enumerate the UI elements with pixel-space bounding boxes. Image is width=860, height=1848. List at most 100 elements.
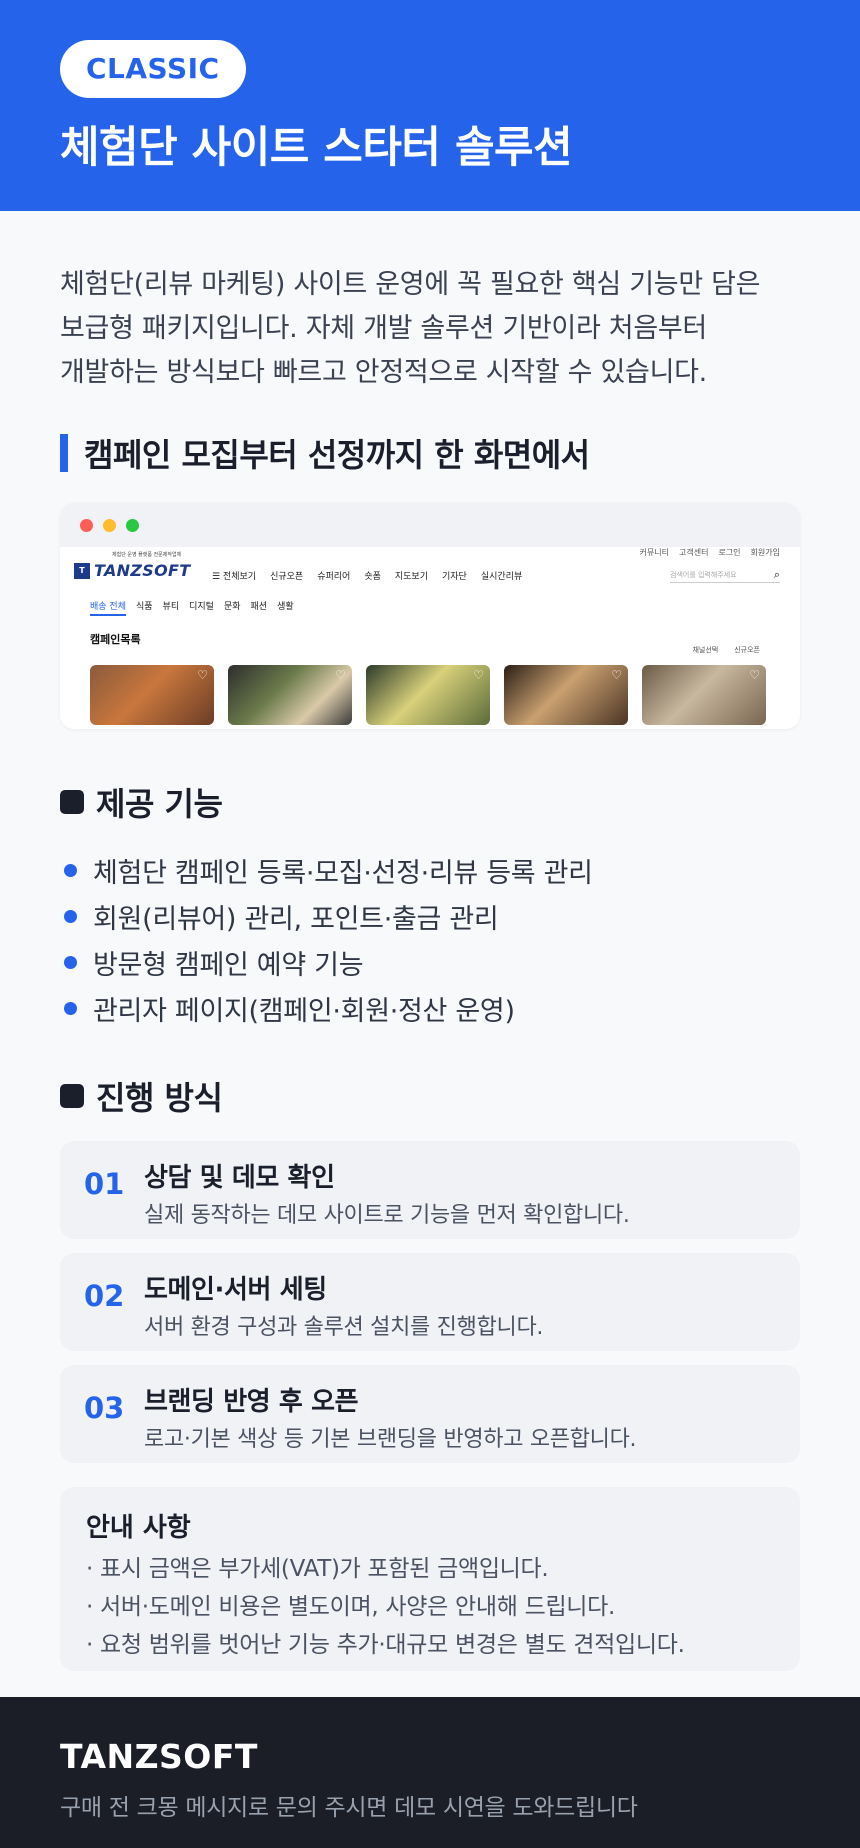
features-title: 제공 기능 — [96, 785, 223, 823]
top-link: 로그인 — [718, 548, 741, 557]
bullet-icon — [64, 955, 77, 969]
process-steps: 01 상담 및 데모 확인 실제 동작하는 데모 사이트로 기능을 먼저 확인합… — [60, 1141, 800, 1463]
campaign-thumbnail: ♡ — [642, 665, 766, 725]
feature-item: 체험단 캠페인 등록·모집·선정·리뷰 등록 관리 — [60, 847, 800, 893]
notice-box: 안내 사항 · 표시 금액은 부가세(VAT)가 포함된 금액입니다. · 서버… — [60, 1487, 800, 1671]
browser-titlebar — [60, 503, 800, 547]
heart-icon: ♡ — [197, 668, 208, 682]
logo-tagline: 체험단 운영 플랫폼 전문제작업체 — [112, 552, 182, 558]
preview-title: 캠페인 모집부터 선정까지 한 화면에서 — [84, 436, 590, 474]
step-description: 실제 동작하는 데모 사이트로 기능을 먼저 확인합니다. — [144, 1203, 630, 1228]
list-filters: 채널선택 신규오픈 — [692, 645, 760, 655]
intro-line: 개발하는 방식보다 빠르고 안정적으로 시작할 수 있습니다. — [60, 357, 707, 388]
feature-text: 방문형 캠페인 예약 기능 — [93, 949, 364, 981]
process-title: 진행 방식 — [96, 1079, 223, 1117]
process-step: 01 상담 및 데모 확인 실제 동작하는 데모 사이트로 기능을 먼저 확인합… — [60, 1141, 800, 1239]
footer: TANZSOFT 구매 전 크몽 메시지로 문의 주시면 데모 시연을 도와드립… — [0, 1697, 860, 1848]
top-link: 고객센터 — [679, 548, 709, 557]
heart-icon: ♡ — [749, 668, 760, 682]
intro-line: 체험단(리뷰 마케팅) 사이트 운영에 꼭 필요한 핵심 기능만 담은 — [60, 269, 761, 300]
feature-text: 회원(리뷰어) 관리, 포인트·출금 관리 — [93, 903, 499, 935]
search-icon: ⌕ — [773, 567, 780, 581]
top-link: 커뮤니티 — [639, 548, 669, 557]
campaign-thumbnail: ♡ — [504, 665, 628, 725]
feature-item: 방문형 캠페인 예약 기능 — [60, 939, 800, 985]
feature-text: 체험단 캠페인 등록·모집·선정·리뷰 등록 관리 — [93, 857, 593, 889]
nav-item: 기자단 — [442, 572, 467, 582]
preview-section-title: 캠페인 모집부터 선정까지 한 화면에서 — [60, 433, 800, 474]
intro-text: 체험단(리뷰 마케팅) 사이트 운영에 꼭 필요한 핵심 기능만 담은 보급형 … — [60, 263, 800, 395]
heart-icon: ♡ — [473, 668, 484, 682]
notice-item: · 표시 금액은 부가세(VAT)가 포함된 금액입니다. — [86, 1556, 549, 1582]
campaign-thumbnails: ♡ ♡ ♡ ♡ ♡ — [90, 665, 766, 725]
process-section-title: 진행 방식 — [60, 1073, 800, 1119]
bullet-icon — [64, 863, 77, 877]
step-title: 도메인·서버 세팅 — [144, 1275, 327, 1305]
filter-sort: 신규오픈 — [734, 646, 760, 654]
square-icon — [60, 1084, 84, 1108]
nav-item: ☰ 전체보기 — [212, 572, 257, 582]
footer-text: 구매 전 크몽 메시지로 문의 주시면 데모 시연을 도와드립니다 — [60, 1795, 638, 1821]
feature-item: 회원(리뷰어) 관리, 포인트·출금 관리 — [60, 893, 800, 939]
bullet-icon — [64, 1001, 77, 1015]
square-icon — [60, 790, 84, 814]
features-section-title: 제공 기능 — [60, 779, 800, 825]
campaign-thumbnail: ♡ — [90, 665, 214, 725]
campaign-thumbnail: ♡ — [228, 665, 352, 725]
step-description: 로고·기본 색상 등 기본 브랜딩을 반영하고 오픈합니다. — [144, 1427, 637, 1452]
intro-line: 보급형 패키지입니다. 자체 개발 솔루션 기반이라 처음부터 — [60, 313, 707, 344]
top-link: 회원가입 — [750, 548, 780, 557]
category-tab-active: 배송 전체 — [90, 599, 126, 616]
logo-mark-icon: T — [74, 562, 90, 579]
search-placeholder: 검색어를 입력해주세요 — [670, 570, 737, 579]
feature-item: 관리자 페이지(캠페인·회원·정산 운영) — [60, 985, 800, 1031]
site-search: 검색어를 입력해주세요 ⌕ — [670, 567, 780, 583]
category-tab: 디지털 — [189, 602, 214, 612]
step-number: 03 — [84, 1391, 125, 1425]
site-top-links: 커뮤니티 고객센터 로그인 회원가입 — [640, 547, 780, 558]
category-tab: 패션 — [250, 602, 268, 612]
campaign-list-heading: 캠페인목록 — [90, 633, 141, 646]
step-number: 02 — [84, 1279, 125, 1313]
logo-text: TANZSOFT — [94, 561, 191, 580]
step-title: 브랜딩 반영 후 오픈 — [144, 1387, 359, 1417]
step-description: 서버 환경 구성과 솔루션 설치를 진행합니다. — [144, 1315, 544, 1340]
main-content: 체험단(리뷰 마케팅) 사이트 운영에 꼭 필요한 핵심 기능만 담은 보급형 … — [0, 263, 860, 1671]
footer-brand: TANZSOFT — [60, 1737, 258, 1776]
nav-item: 신규오픈 — [270, 572, 304, 582]
filter-channel: 채널선택 — [692, 646, 719, 654]
notice-item: · 요청 범위를 벗어난 기능 추가·대규모 변경은 별도 견적입니다. — [86, 1632, 685, 1658]
category-tabs: 배송 전체 식품 뷰티 디지털 문화 패션 생활 — [90, 599, 294, 616]
minimize-dot-icon — [103, 518, 116, 532]
site-preview-window: 커뮤니티 고객센터 로그인 회원가입 체험단 운영 플랫폼 전문제작업체 T T… — [60, 503, 800, 729]
notice-item: · 서버·도메인 비용은 별도이며, 사양은 안내해 드립니다. — [86, 1594, 616, 1620]
process-step: 03 브랜딩 반영 후 오픈 로고·기본 색상 등 기본 브랜딩을 반영하고 오… — [60, 1365, 800, 1463]
step-number: 01 — [84, 1167, 125, 1201]
step-title: 상담 및 데모 확인 — [144, 1163, 335, 1193]
category-tab: 뷰티 — [162, 602, 180, 612]
plan-badge: CLASSIC — [60, 40, 246, 98]
feature-list: 체험단 캠페인 등록·모집·선정·리뷰 등록 관리 회원(리뷰어) 관리, 포인… — [60, 847, 800, 1031]
site-logo: T TANZSOFT — [74, 561, 190, 580]
maximize-dot-icon — [126, 518, 139, 532]
heart-icon: ♡ — [335, 668, 346, 682]
notice-title: 안내 사항 — [86, 1513, 191, 1543]
site-nav: ☰ 전체보기 신규오픈 슈퍼리어 숏폼 지도보기 기자단 실시간리뷰 — [212, 569, 522, 582]
nav-item: 숏폼 — [364, 572, 381, 582]
bullet-icon — [64, 909, 77, 923]
nav-item: 슈퍼리어 — [317, 572, 351, 582]
accent-bar — [60, 434, 68, 472]
campaign-thumbnail: ♡ — [366, 665, 490, 725]
category-tab: 생활 — [277, 602, 294, 612]
category-tab: 식품 — [135, 602, 153, 612]
close-dot-icon — [80, 518, 93, 532]
hero-header: CLASSIC 체험단 사이트 스타터 솔루션 — [0, 0, 860, 211]
nav-item: 실시간리뷰 — [480, 572, 523, 582]
nav-item: 지도보기 — [394, 572, 428, 582]
page-title: 체험단 사이트 스타터 솔루션 — [60, 123, 573, 173]
site-screenshot: 커뮤니티 고객센터 로그인 회원가입 체험단 운영 플랫폼 전문제작업체 T T… — [60, 547, 800, 729]
category-tab: 문화 — [223, 602, 241, 612]
feature-text: 관리자 페이지(캠페인·회원·정산 운영) — [93, 995, 515, 1027]
heart-icon: ♡ — [611, 668, 622, 682]
process-step: 02 도메인·서버 세팅 서버 환경 구성과 솔루션 설치를 진행합니다. — [60, 1253, 800, 1351]
